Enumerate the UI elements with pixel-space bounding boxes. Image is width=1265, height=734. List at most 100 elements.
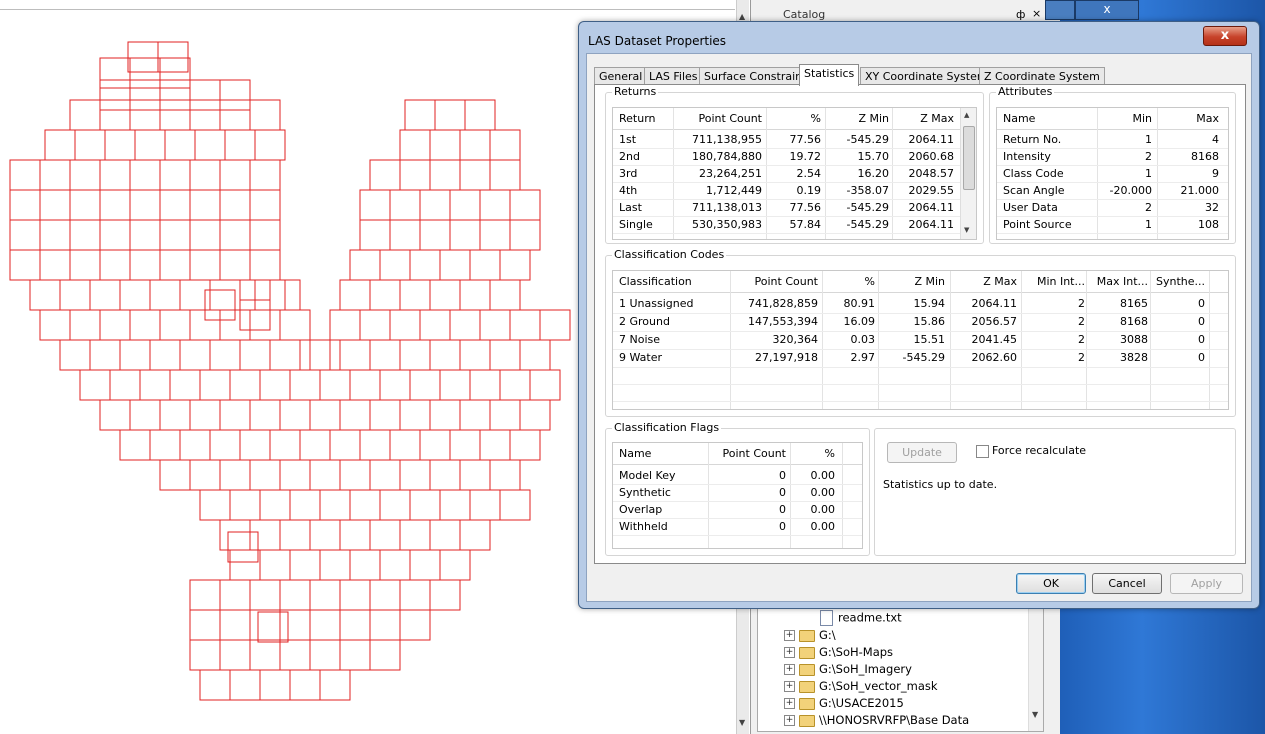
classification-codes-grid[interactable]: Classification Point Count % Z Min Z Max… [612,270,1229,410]
table-cell: -545.29 [846,218,889,231]
column-header[interactable]: Z Max [895,110,954,127]
las-tile [59,279,91,311]
column-header[interactable]: % [825,273,875,290]
table-cell: 0.00 [810,503,836,516]
las-tile [379,249,411,281]
table-cell: 21.000 [1180,184,1220,197]
expand-icon[interactable]: + [784,664,795,675]
tab-z-coordinate-system[interactable]: Z Coordinate System [979,67,1105,85]
column-header[interactable]: Synthe... [1153,273,1205,290]
table-cell: 8168 [1191,150,1219,163]
column-header[interactable]: Point Count [733,273,818,290]
apply-button[interactable]: Apply [1170,573,1243,594]
expand-icon[interactable]: + [784,647,795,658]
table-cell: 32 [1205,201,1219,214]
column-header[interactable]: Z Min [829,110,889,127]
las-tile [279,399,311,431]
cancel-button[interactable]: Cancel [1092,573,1162,594]
tree-item-folder[interactable]: + G:\SoH_vector_mask [784,679,938,697]
las-tile [29,279,61,311]
las-tile [289,669,321,701]
las-tile [229,369,261,401]
maximize-icon[interactable] [1045,0,1075,20]
tree-item-file[interactable]: readme.txt [820,610,902,628]
tree-item-folder[interactable]: + G:\SoH_Imagery [784,662,912,680]
force-recalculate-checkbox[interactable] [976,445,989,458]
expand-icon[interactable]: + [784,630,795,641]
las-tile [129,79,161,111]
table-cell: 3828 [1120,351,1148,364]
column-header[interactable]: Return [619,110,656,127]
las-tile [159,189,191,221]
scroll-down-icon[interactable]: ▼ [739,718,745,727]
las-tile [129,57,161,89]
table-cell: 15.51 [913,333,946,346]
statistics-tab-page: Returns Return Point Count % Z Min Z Max… [594,84,1246,564]
tab-general[interactable]: General [594,67,648,85]
column-header[interactable]: Point Count [708,445,786,462]
las-tile [149,339,181,371]
scroll-up-icon[interactable]: ▲ [739,12,745,21]
las-tile [159,309,191,341]
tab-xy-coordinate-system[interactable]: XY Coordinate System [860,67,993,85]
column-header[interactable]: % [793,445,835,462]
tree-scrollbar[interactable]: ▼ [1028,606,1043,731]
column-header[interactable]: Z Max [953,273,1017,290]
las-tile [9,159,41,191]
close-icon[interactable]: x [1075,0,1139,20]
las-tile [519,339,551,371]
catalog-close-icon[interactable]: × [1032,7,1041,20]
tree-item-folder[interactable]: + G:\USACE2015 [784,696,904,714]
column-header[interactable]: Name [619,445,651,462]
las-tile [269,429,301,461]
column-header[interactable]: Name [1003,110,1035,127]
table-cell: 0 [779,486,786,499]
table-cell: 27,197,918 [755,351,818,364]
returns-grid[interactable]: Return Point Count % Z Min Z Max 1st 711,… [612,107,977,240]
expand-icon[interactable]: + [784,681,795,692]
attributes-grid[interactable]: Name Min Max Return No. 1 4 Intensity 2 8168 C… [996,107,1229,240]
table-cell: 2060.68 [908,150,955,163]
las-tile [199,489,231,521]
expand-icon[interactable]: + [784,698,795,709]
column-header[interactable]: Classification [619,273,692,290]
las-tile [469,249,501,281]
tab-las-files[interactable]: LAS Files [644,67,703,85]
las-tile [389,429,421,461]
tab-statistics[interactable]: Statistics [799,64,860,86]
dialog-close-button[interactable]: x [1203,26,1247,46]
column-header[interactable]: Max [1157,110,1219,127]
table-cell: 2062.60 [971,351,1018,364]
ok-button[interactable]: OK [1016,573,1086,594]
column-header[interactable]: % [773,110,821,127]
column-header[interactable]: Point Count [677,110,762,127]
tree-item-folder[interactable]: + \\HONOSRVRFP\Base Data [784,713,969,731]
expand-icon[interactable]: + [784,715,795,726]
las-tile [279,579,311,611]
las-tile [349,369,381,401]
las-tile [434,99,466,131]
tree-item-folder[interactable]: + G:\ [784,628,836,646]
las-tile [439,369,471,401]
las-tile [279,639,311,671]
tree-item-folder[interactable]: + G:\SoH-Maps [784,645,893,663]
las-tile [99,159,131,191]
column-header[interactable]: Max Int... [1088,273,1148,290]
las-tile [469,489,501,521]
classification-flags-grid[interactable]: Name Point Count % Model Key 0 0.00 Synthet… [612,442,863,549]
folder-icon [799,714,815,727]
column-header[interactable]: Z Min [881,273,945,290]
scroll-down-icon[interactable]: ▼ [964,226,969,234]
table-cell: 2064.11 [971,297,1018,310]
returns-scrollbar[interactable]: ▲ ▼ [960,108,976,239]
column-header[interactable]: Min Int... [1023,273,1085,290]
update-button[interactable]: Update [887,442,957,463]
pin-icon[interactable]: ф [1016,8,1025,21]
table-cell: 2064.11 [908,133,955,146]
scroll-thumb[interactable] [963,126,975,190]
las-tile [249,189,281,221]
las-tile [404,99,436,131]
scroll-up-icon[interactable]: ▲ [964,111,969,119]
scroll-down-icon[interactable]: ▼ [1032,710,1038,719]
table-cell: 2 [1078,333,1085,346]
